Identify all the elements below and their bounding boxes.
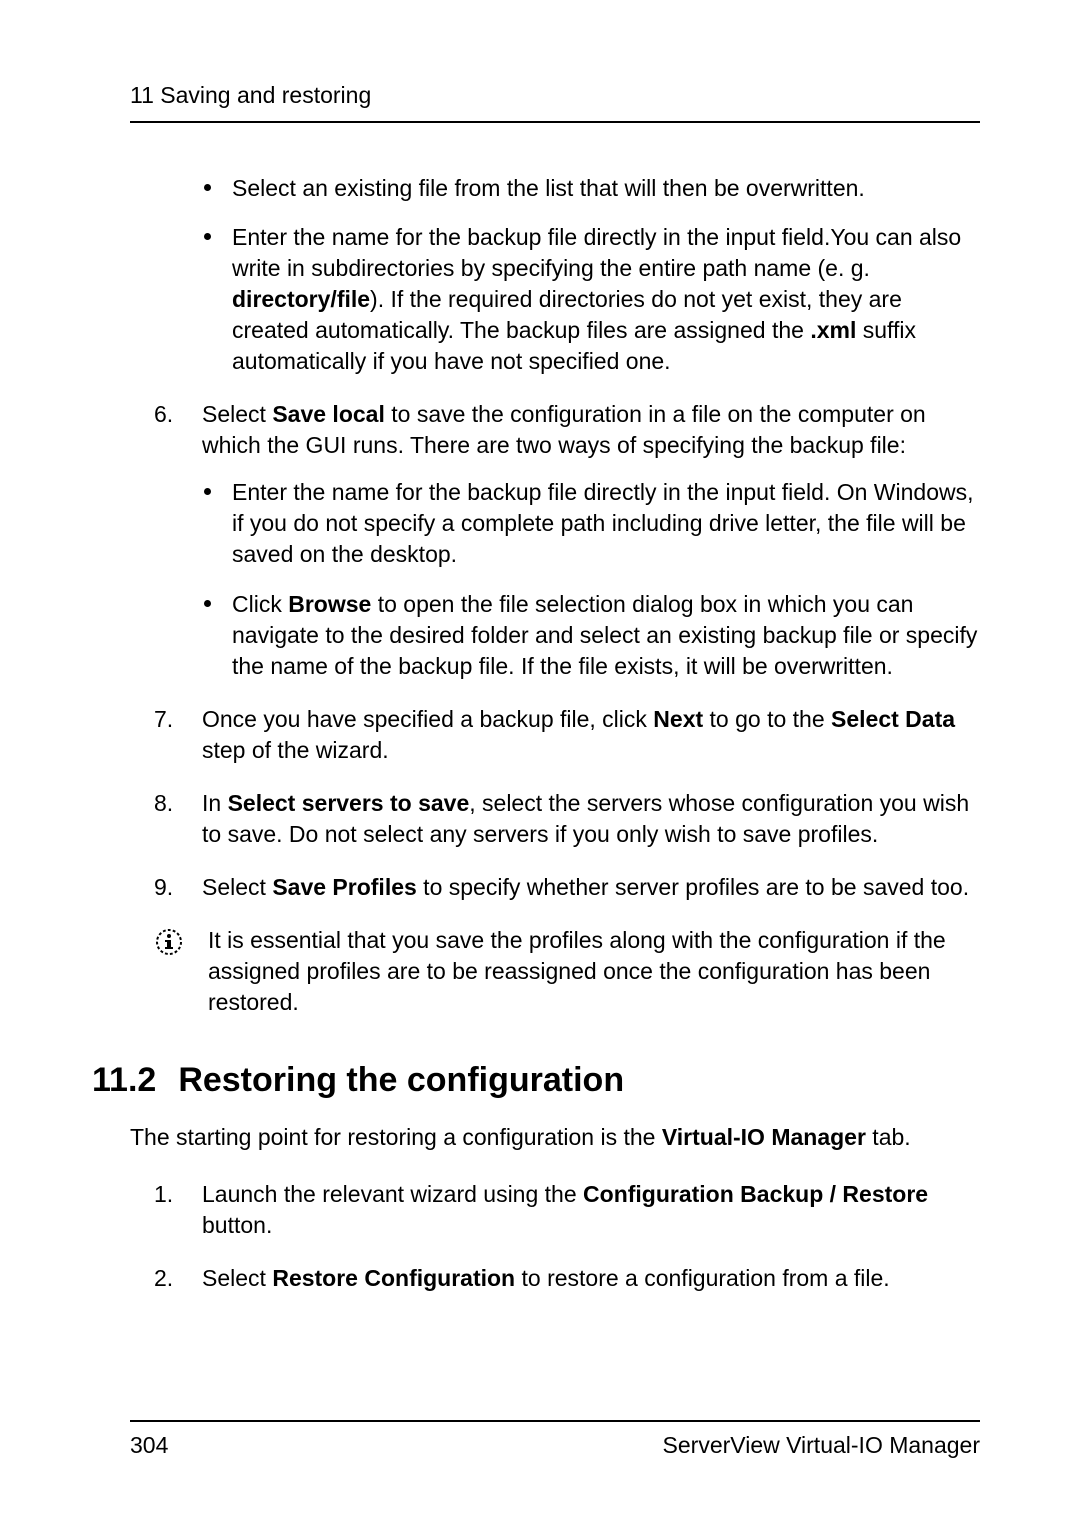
list-item: Select an existing file from the list th… xyxy=(202,173,980,204)
sub-bullets: Enter the name for the backup file direc… xyxy=(202,477,980,681)
restore-step-2: Select Restore Configuration to restore … xyxy=(154,1263,980,1294)
body-text: The starting point for restoring a confi… xyxy=(130,1124,662,1150)
body-text: Launch the relevant wizard using the xyxy=(202,1181,583,1207)
page-footer: 304 ServerView Virtual-IO Manager xyxy=(130,1420,980,1459)
body-text: Select xyxy=(202,1265,272,1291)
page-content: Select an existing file from the list th… xyxy=(92,173,980,1294)
body-text: to restore a configuration from a file. xyxy=(515,1265,890,1291)
step-9: Select Save Profiles to specify whether … xyxy=(154,872,980,903)
running-header: 11 Saving and restoring xyxy=(130,82,980,109)
body-text: Enter the name for the backup file direc… xyxy=(232,224,961,281)
ordered-steps: Select Save local to save the configurat… xyxy=(154,399,980,903)
page-number: 304 xyxy=(130,1432,168,1459)
body-text: button. xyxy=(202,1212,272,1238)
bold-text: Next xyxy=(653,706,703,732)
bold-text: Restore Configuration xyxy=(272,1265,515,1291)
bullet-list-top: Select an existing file from the list th… xyxy=(202,173,980,377)
info-note: It is essential that you save the profil… xyxy=(154,925,980,1018)
section-number: 11.2 xyxy=(92,1058,156,1104)
list-item: Click Browse to open the file selection … xyxy=(202,589,980,682)
bold-text: Select servers to save xyxy=(228,790,470,816)
bold-text: Select Data xyxy=(831,706,955,732)
step-7: Once you have specified a backup file, c… xyxy=(154,704,980,766)
step-8: In Select servers to save, select the se… xyxy=(154,788,980,850)
body-text: Click xyxy=(232,591,288,617)
body-text: to go to the xyxy=(703,706,831,732)
list-item: Enter the name for the backup file direc… xyxy=(202,477,980,570)
body-text: Enter the name for the backup file direc… xyxy=(232,479,974,567)
bold-text: Configuration Backup / Restore xyxy=(583,1181,928,1207)
body-text: Select xyxy=(202,874,272,900)
body-text: In xyxy=(202,790,228,816)
body-text: tab. xyxy=(866,1124,911,1150)
bold-text: Virtual-IO Manager xyxy=(662,1124,866,1150)
product-name: ServerView Virtual-IO Manager xyxy=(663,1432,980,1459)
bold-text: .xml xyxy=(810,317,856,343)
info-icon xyxy=(154,927,184,957)
footer-rule xyxy=(130,1420,980,1422)
section-heading: 11.2 Restoring the configuration xyxy=(92,1058,980,1104)
bold-text: directory/file xyxy=(232,286,370,312)
body-text: Once you have specified a backup file, c… xyxy=(202,706,653,732)
restore-step-1: Launch the relevant wizard using the Con… xyxy=(154,1179,980,1241)
note-text: It is essential that you save the profil… xyxy=(208,925,980,1018)
bold-text: Browse xyxy=(288,591,371,617)
list-item: Enter the name for the backup file direc… xyxy=(202,222,980,377)
bold-text: Save local xyxy=(272,401,385,427)
section-intro: The starting point for restoring a confi… xyxy=(130,1122,980,1153)
bold-text: Save Profiles xyxy=(272,874,416,900)
section-title: Restoring the configuration xyxy=(178,1058,624,1104)
header-rule xyxy=(130,121,980,123)
ordered-steps-restore: Launch the relevant wizard using the Con… xyxy=(154,1179,980,1294)
body-text: Select xyxy=(202,401,272,427)
body-text: Select an existing file from the list th… xyxy=(232,175,865,201)
body-text: step of the wizard. xyxy=(202,737,389,763)
body-text: to specify whether server profiles are t… xyxy=(417,874,969,900)
step-6: Select Save local to save the configurat… xyxy=(154,399,980,681)
